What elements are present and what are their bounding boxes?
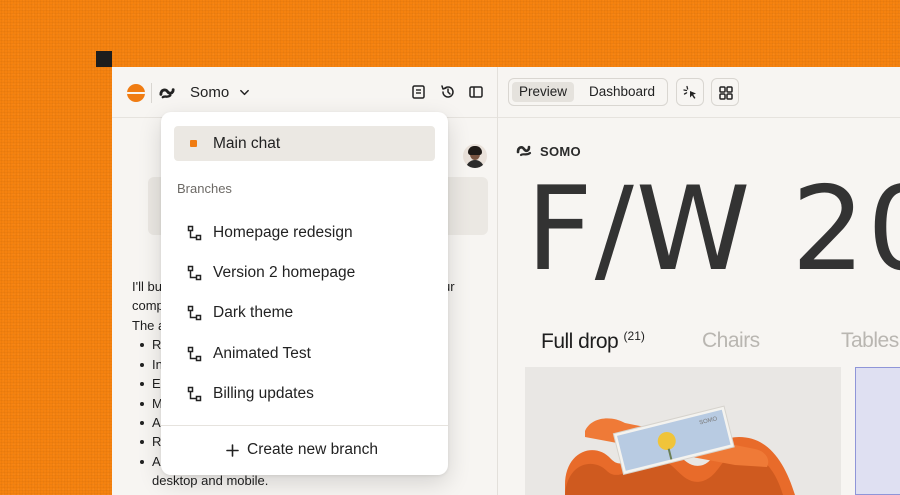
branch-label: Homepage redesign [213, 224, 353, 241]
tab-preview[interactable]: Preview [512, 82, 574, 102]
product-image: SOMO [565, 405, 795, 495]
branch-menu: Main chat Branches Homepage redesign Ver… [161, 112, 448, 475]
project-name[interactable]: Somo [190, 84, 229, 101]
assistant-message-line: comp [132, 298, 164, 313]
bullet-dot [140, 402, 144, 406]
bullet-item: R [152, 434, 162, 449]
main-chat-item[interactable]: Main chat [174, 126, 435, 161]
chat-topbar: Somo [112, 67, 497, 118]
bullet-item: E [152, 376, 161, 391]
chevron-down-icon[interactable] [239, 87, 250, 98]
cursor-click-icon [683, 85, 696, 99]
select-element-button[interactable] [676, 78, 704, 106]
git-branch-icon [187, 346, 202, 362]
branch-label: Dark theme [213, 304, 294, 321]
branch-label: Billing updates [213, 385, 314, 402]
branch-label: Animated Test [213, 345, 311, 362]
main-chat-label: Main chat [213, 135, 281, 152]
bullet-item: A [152, 415, 161, 430]
plus-icon [226, 444, 239, 457]
site-logo-icon [516, 145, 532, 157]
divider [161, 425, 448, 426]
create-branch-label: Create new branch [247, 441, 378, 458]
git-branch-icon [187, 265, 202, 281]
tab-dashboard[interactable]: Dashboard [579, 82, 665, 102]
branch-item[interactable]: Homepage redesign [174, 216, 435, 250]
bullet-dot [140, 363, 144, 367]
preview-panel: Preview Dashboard SOMO F/W 2 Full drop (… [498, 67, 900, 495]
branch-item[interactable]: Animated Test [174, 337, 435, 371]
document-icon[interactable] [411, 84, 427, 100]
divider [151, 83, 152, 103]
bullet-dot [140, 343, 144, 347]
branch-item[interactable]: Billing updates [174, 377, 435, 411]
active-indicator-icon [190, 140, 197, 147]
branch-label: Version 2 homepage [213, 264, 356, 281]
branch-item[interactable]: Dark theme [174, 296, 435, 330]
history-icon[interactable] [440, 84, 456, 100]
category-tab-full-drop[interactable]: Full drop (21) [541, 329, 645, 354]
category-tab-tables[interactable]: Tables [841, 329, 899, 353]
preview-topbar: Preview Dashboard [498, 67, 900, 118]
branches-heading: Branches [177, 181, 232, 196]
branch-item[interactable]: Version 2 homepage [174, 256, 435, 290]
grid-view-button[interactable] [711, 78, 739, 106]
category-tab-chairs[interactable]: Chairs [702, 329, 760, 353]
app-logo-icon[interactable] [127, 84, 145, 102]
site-brand-name: SOMO [540, 144, 581, 159]
hero-title: F/W 20 [526, 162, 900, 297]
category-count: (21) [623, 329, 645, 343]
git-branch-icon [187, 386, 202, 402]
user-avatar [463, 144, 487, 168]
bullet-dot [140, 382, 144, 386]
grid-icon [719, 86, 733, 100]
product-card[interactable]: SOMO [525, 367, 841, 495]
git-branch-icon [187, 225, 202, 241]
bullet-dot [140, 421, 144, 425]
product-card-selected[interactable] [855, 367, 900, 495]
view-toggle: Preview Dashboard [508, 78, 668, 106]
decorative-square [96, 51, 112, 67]
bullet-dot [140, 460, 144, 464]
bullet-item: A [152, 454, 161, 469]
bullet-continuation: desktop and mobile. [152, 473, 269, 488]
project-logo-icon [159, 88, 175, 99]
bullet-dot [140, 440, 144, 444]
assistant-message-line: I'll bu [132, 279, 162, 294]
sidebar-icon[interactable] [468, 84, 484, 100]
bullet-item: R [152, 337, 162, 352]
git-branch-icon [187, 305, 202, 321]
create-branch-button[interactable]: Create new branch [221, 438, 391, 464]
category-tab-label: Full drop [541, 330, 619, 353]
